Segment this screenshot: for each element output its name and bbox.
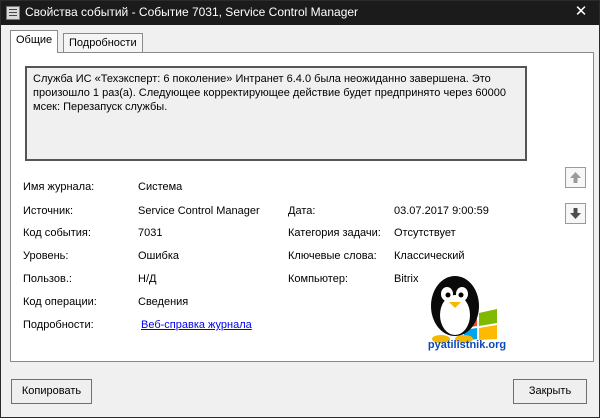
date-label: Дата:: [288, 205, 316, 217]
computer-value: Bitrix.: [394, 273, 422, 285]
arrow-down-icon: [570, 208, 581, 219]
event-id-label: Код события:: [23, 227, 91, 239]
title-bar: Свойства событий - Событие 7031, Service…: [1, 1, 599, 25]
event-properties-window: Свойства событий - Событие 7031, Service…: [0, 0, 600, 418]
event-id-value: 7031: [138, 227, 163, 239]
date-value: 03.07.2017 9:00:59: [394, 205, 489, 217]
user-label: Пользов.:: [23, 273, 72, 285]
opcode-label: Код операции:: [23, 296, 97, 308]
close-window-button[interactable]: ✕: [571, 3, 591, 21]
keywords-value: Классический: [394, 250, 465, 262]
next-event-button[interactable]: [565, 203, 586, 224]
pyatilistnik-watermark-logo: pyatilistnik.org: [419, 263, 515, 357]
level-value: Ошибка: [138, 250, 179, 262]
task-category-label: Категория задачи:: [288, 227, 381, 239]
arrow-up-icon: [570, 172, 581, 183]
log-name-value: Система: [138, 181, 183, 193]
task-category-value: Отсутствует: [394, 227, 456, 239]
computer-label: Компьютер:: [288, 273, 348, 285]
user-value: Н/Д: [138, 273, 157, 285]
event-description: Служба ИС «Техэксперт: 6 поколение» Интр…: [25, 66, 527, 161]
watermark-text: pyatilistnik.org: [427, 339, 507, 351]
opcode-value: Сведения: [138, 296, 189, 308]
window-title: Свойства событий - Событие 7031, Service…: [25, 5, 359, 19]
event-log-online-help-link[interactable]: Веб-справка журнала: [141, 319, 252, 331]
keywords-label: Ключевые слова:: [288, 250, 377, 262]
tab-general[interactable]: Общие: [10, 30, 59, 53]
event-viewer-icon: [6, 6, 20, 20]
more-info-label: Подробности:: [23, 319, 94, 331]
log-name-label: Имя журнала:: [23, 181, 95, 193]
close-button[interactable]: Закрыть: [513, 379, 587, 404]
source-value: Service Control Manager: [138, 205, 260, 217]
source-label: Источник:: [23, 205, 74, 217]
copy-button[interactable]: Копировать: [11, 379, 92, 404]
level-label: Уровень:: [23, 250, 69, 262]
tab-details[interactable]: Подробности: [63, 33, 143, 53]
previous-event-button[interactable]: [565, 167, 586, 188]
